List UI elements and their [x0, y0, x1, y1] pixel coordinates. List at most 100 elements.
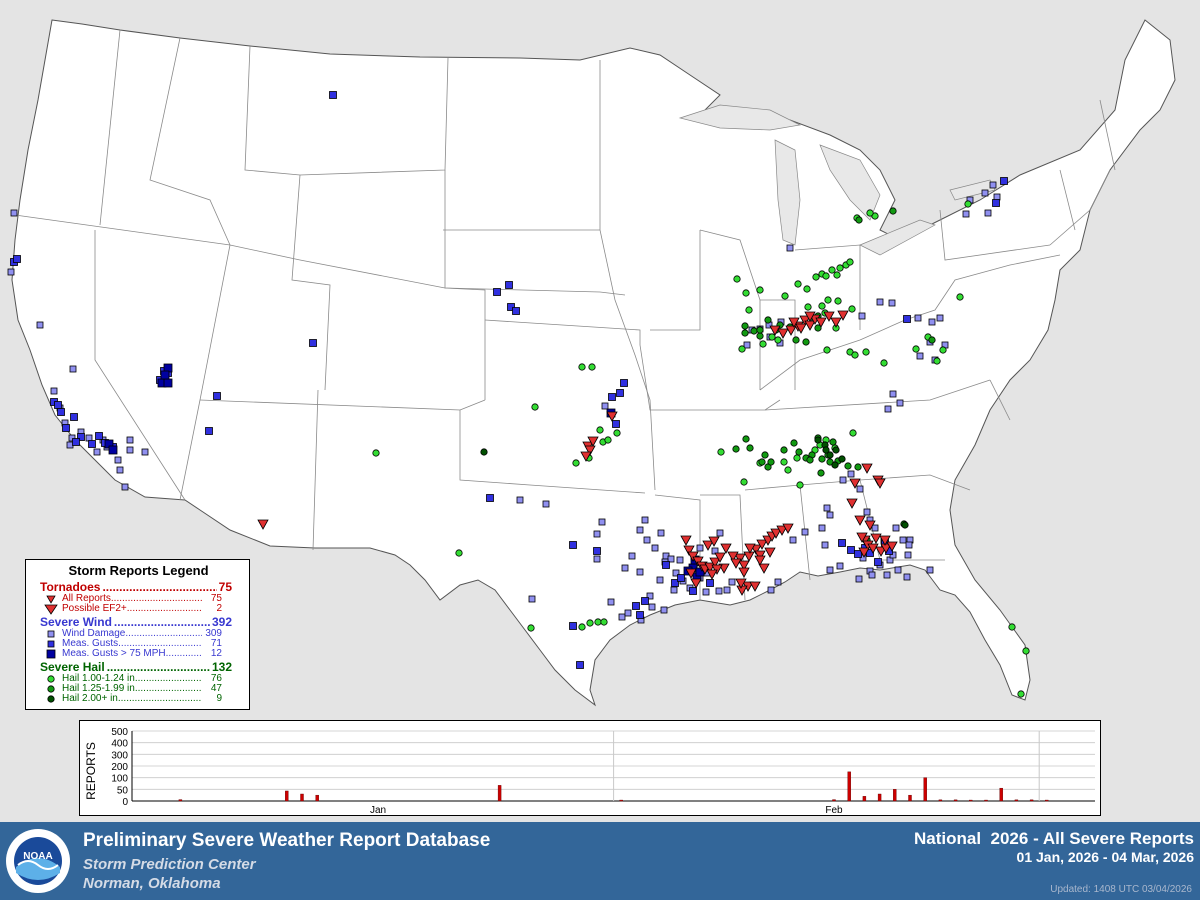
legend-tornadoes-label: Tornadoes [40, 580, 101, 594]
wind-damage-report [593, 530, 601, 538]
banner-heading: National 2026 - All Severe Reports [914, 829, 1194, 848]
hail-small-report [531, 403, 539, 411]
measured-gust-report [62, 424, 70, 432]
wind-damage-report [856, 485, 864, 493]
hail-medium-report [761, 451, 769, 459]
wind-damage-report [670, 586, 678, 594]
hail-small-report [733, 275, 741, 283]
legend-severe-wind: Severe Wind ............................… [40, 615, 232, 629]
measured-gust-report [88, 440, 96, 448]
histogram-bar [1045, 799, 1049, 802]
wind-damage-report [855, 575, 863, 583]
wind-damage-report [823, 504, 831, 512]
hail-large-report [814, 436, 822, 444]
wind-damage-report [723, 586, 731, 594]
measured-gust-report [616, 389, 624, 397]
hail-small-report [774, 336, 782, 344]
hail-small-report [818, 302, 826, 310]
histogram-bar [1029, 799, 1034, 802]
footer-banner: NOAA Preliminary Severe Weather Report D… [0, 822, 1200, 900]
wind-damage-report [66, 441, 74, 449]
histogram-ticks: 050100200300400500 Jan Feb [111, 727, 843, 816]
wind-damage-report [528, 595, 536, 603]
measured-gust-report [992, 199, 1000, 207]
measured-gust-75mph-report [163, 378, 173, 388]
wind-damage-report [863, 508, 871, 516]
wind-damage-report [818, 524, 826, 532]
hail-small-report [759, 340, 767, 348]
wind-damage-report [93, 448, 101, 456]
wind-damage-report [981, 189, 989, 197]
wind-damage-report [696, 544, 704, 552]
wind-damage-report [889, 390, 897, 398]
wind-damage-report [141, 448, 149, 456]
histogram-bar [178, 799, 183, 802]
hail-medium-report [817, 469, 825, 477]
hail-medium-report [767, 458, 775, 466]
histogram-y-axis-label: REPORTS [84, 742, 98, 800]
measured-gust-75mph-report [160, 370, 170, 380]
measured-gust-report [13, 255, 21, 263]
hail-small-report [794, 280, 802, 288]
hail-small-report [836, 264, 844, 272]
measured-gust-report [95, 432, 103, 440]
wind-damage-report [914, 314, 922, 322]
wind-damage-report [114, 456, 122, 464]
banner-location: Norman, Oklahoma [83, 875, 221, 892]
hail-medium-report [889, 207, 897, 215]
hail-large-report [831, 461, 839, 469]
large-triangle-icon [44, 604, 58, 615]
hail-small-report [822, 272, 830, 280]
legend-hail-label: Severe Hail [40, 660, 105, 674]
hail-small-report [745, 306, 753, 314]
hail-small-report [586, 619, 594, 627]
measured-gust-75mph-report [108, 445, 118, 455]
legend-tornado-ef2: Possible EF2+ ..........................… [44, 603, 222, 615]
histogram-y-tick: 50 [117, 785, 129, 796]
wind-damage-report [896, 399, 904, 407]
measured-gust-report [493, 288, 501, 296]
hail-small-report [596, 426, 604, 434]
wind-damage-report [839, 476, 847, 484]
wind-damage-report [542, 500, 550, 508]
daily-reports-histogram: REPORTS 0 50 100 200 300 400 500 Jan Feb [79, 720, 1101, 816]
wind-damage-report [69, 365, 77, 373]
wind-damage-report [601, 402, 609, 410]
wind-damage-report [618, 613, 626, 621]
wind-damage-report [716, 529, 724, 537]
hail-small-report [880, 359, 888, 367]
histogram-bar [969, 799, 973, 802]
measured-gust-report [309, 339, 317, 347]
hail-medium-report [746, 444, 754, 452]
wind-damage-report [774, 578, 782, 586]
storm-reports-legend: Storm Reports Legend Tornadoes .........… [25, 559, 250, 710]
medium-square-icon [44, 639, 58, 649]
wind-damage-report [126, 446, 134, 454]
wind-damage-report [936, 314, 944, 322]
measured-gust-report [706, 579, 714, 587]
hail-small-report [848, 305, 856, 313]
measured-gust-report [569, 541, 577, 549]
wind-damage-report [899, 536, 907, 544]
hail-large-report [822, 446, 830, 454]
hail-medium-report [756, 332, 764, 340]
measured-gust-report [329, 91, 337, 99]
banner-title: Preliminary Severe Weather Report Databa… [83, 830, 491, 851]
hail-small-report [1017, 690, 1025, 698]
hail-small-report [604, 436, 612, 444]
legend-wind-label: Severe Wind [40, 615, 112, 629]
histogram-bar [984, 799, 988, 802]
hail-small-report [849, 429, 857, 437]
histogram-bar [953, 799, 958, 802]
wind-damage-report [593, 555, 601, 563]
measured-gust-report [205, 427, 213, 435]
wind-damage-report [868, 571, 876, 579]
histogram-bar [877, 793, 882, 802]
histogram-canvas: REPORTS 050100200300400500 Jan Feb [84, 727, 1095, 816]
wind-damage-report [916, 352, 924, 360]
measured-gust-report [612, 420, 620, 428]
wind-damage-report [643, 536, 651, 544]
measured-gust-report [903, 315, 911, 323]
measured-gust-report [593, 547, 601, 555]
legend-severe-hail: Severe Hail ............................… [40, 660, 232, 674]
